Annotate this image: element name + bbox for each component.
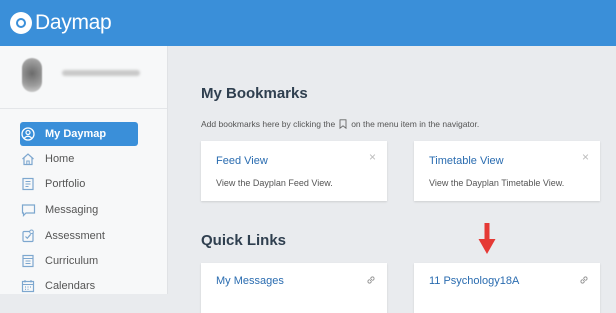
bookmark-title[interactable]: Timetable View xyxy=(429,155,504,167)
sidebar-item-label: Messaging xyxy=(45,204,99,216)
bookmarks-hint: Add bookmarks here by clicking the on th… xyxy=(201,119,479,129)
curriculum-icon xyxy=(20,253,36,269)
sidebar-item-messaging[interactable]: Messaging xyxy=(20,198,138,222)
calendar-icon xyxy=(20,278,36,294)
sidebar-item-curriculum[interactable]: Curriculum xyxy=(20,249,138,273)
user-profile[interactable] xyxy=(0,46,167,109)
hint-text-before: Add bookmarks here by clicking the xyxy=(201,119,336,129)
bookmark-title[interactable]: Feed View xyxy=(216,155,268,167)
link-icon[interactable] xyxy=(365,273,377,291)
avatar xyxy=(22,58,42,92)
sidebar-item-assessment[interactable]: Assessment xyxy=(20,224,138,248)
quick-link-title[interactable]: 11 Psychology18A xyxy=(429,275,519,287)
sidebar-item-label: My Daymap xyxy=(45,128,107,140)
close-icon[interactable]: × xyxy=(369,150,376,164)
sidebar-item-label: Home xyxy=(45,153,75,165)
bookmark-description: View the Dayplan Timetable View. xyxy=(429,178,565,188)
sidebar-item-home[interactable]: Home xyxy=(20,147,138,171)
top-bar: Daymap xyxy=(0,0,616,46)
sidebar-item-portfolio[interactable]: Portfolio xyxy=(20,172,138,196)
user-name-blurred xyxy=(62,70,140,76)
sidebar-item-my-daymap[interactable]: My Daymap xyxy=(20,122,138,146)
sidebar-item-label: Calendars xyxy=(45,280,96,292)
portfolio-icon xyxy=(20,176,36,192)
quick-links-heading: Quick Links xyxy=(201,232,287,249)
assessment-icon xyxy=(20,228,36,244)
link-icon[interactable] xyxy=(578,273,590,291)
brand-name: Daymap xyxy=(35,11,112,34)
quick-link-title[interactable]: My Messages xyxy=(216,275,284,287)
quick-link-card-my-messages[interactable]: My Messages xyxy=(201,263,387,313)
daymap-logo-icon xyxy=(10,12,32,34)
bookmarks-heading: My Bookmarks xyxy=(201,85,308,102)
quick-link-card-psychology[interactable]: 11 Psychology18A xyxy=(414,263,600,313)
sidebar-item-calendars[interactable]: Calendars xyxy=(20,274,138,298)
home-icon xyxy=(20,151,36,167)
bookmark-card-feed-view[interactable]: Feed View View the Dayplan Feed View. × xyxy=(201,141,387,201)
user-circle-icon xyxy=(20,126,36,142)
close-icon[interactable]: × xyxy=(582,150,589,164)
daymap-logo[interactable]: Daymap xyxy=(10,9,112,37)
bookmark-icon xyxy=(339,119,347,129)
bookmark-card-timetable-view[interactable]: Timetable View View the Dayplan Timetabl… xyxy=(414,141,600,201)
sidebar-item-label: Portfolio xyxy=(45,178,86,190)
sidebar-item-label: Assessment xyxy=(45,230,105,242)
hint-text-after: on the menu item in the navigator. xyxy=(351,119,480,129)
bookmark-description: View the Dayplan Feed View. xyxy=(216,178,333,188)
sidebar-item-label: Curriculum xyxy=(45,255,99,267)
message-icon xyxy=(20,202,36,218)
red-arrow-down-icon xyxy=(478,223,496,260)
